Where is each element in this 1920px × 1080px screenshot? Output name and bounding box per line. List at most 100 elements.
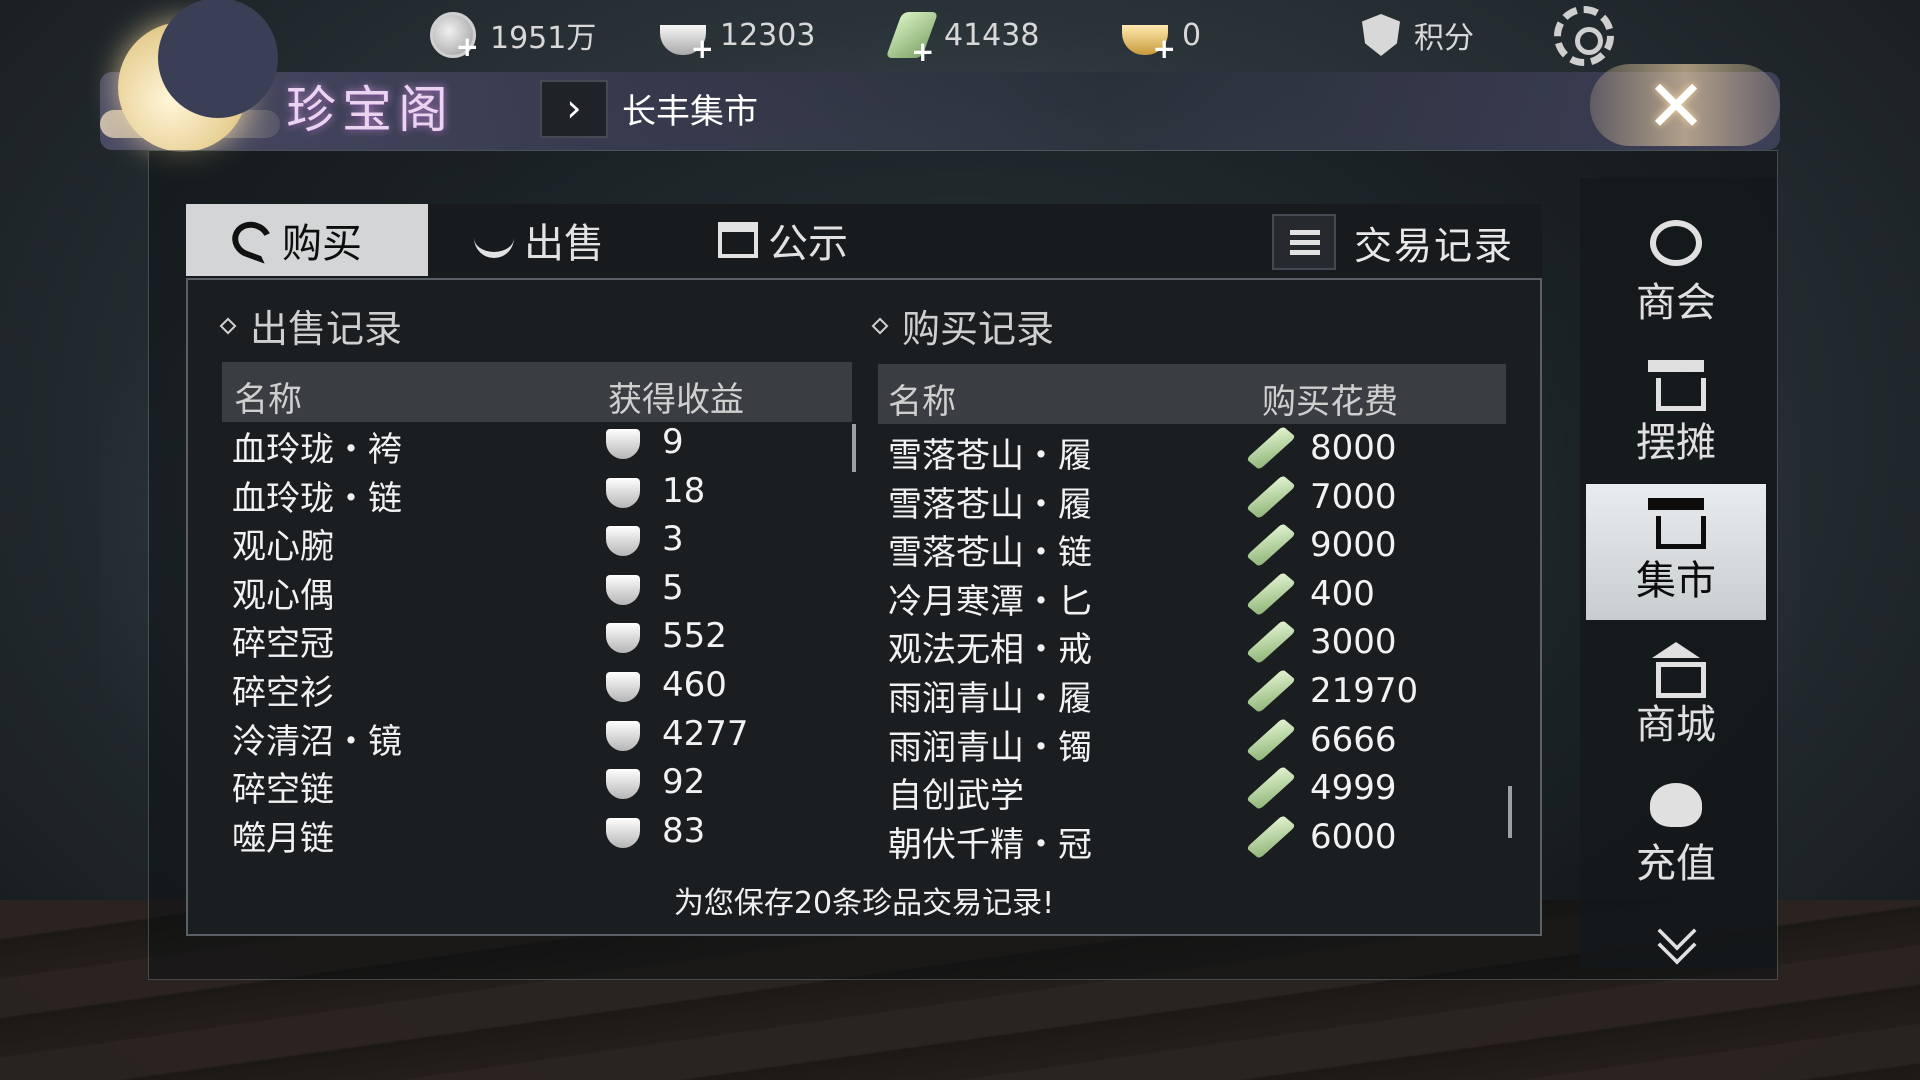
tab-label: 购买 bbox=[282, 221, 362, 267]
moon-icon bbox=[118, 0, 278, 152]
item-name: 观心偶 bbox=[232, 575, 334, 616]
amount-value: 9000 bbox=[1310, 525, 1397, 566]
silver-ingot-icon bbox=[606, 769, 640, 800]
breadcrumb-arrow-button[interactable]: › bbox=[540, 80, 608, 138]
jade-icon bbox=[1246, 474, 1296, 519]
side-nav-mall[interactable]: 商城 bbox=[1586, 628, 1766, 764]
silver-ingot-icon bbox=[606, 477, 640, 508]
jade-icon bbox=[1246, 766, 1296, 811]
jade-icon bbox=[1246, 669, 1296, 713]
item-amount: 5 bbox=[606, 568, 684, 608]
table-row[interactable]: 朝伏千精・冠 6000 bbox=[878, 813, 1506, 865]
guild-icon bbox=[1650, 220, 1702, 266]
table-row[interactable]: 碎空衫 460 bbox=[222, 661, 852, 713]
silver-ingot-icon bbox=[660, 25, 714, 65]
column-header-cost: 购买花费 bbox=[1262, 382, 1398, 422]
table-row[interactable]: 碎空冠 552 bbox=[222, 612, 852, 664]
resource-silver-ingot[interactable]: 12303 bbox=[660, 12, 816, 65]
side-nav-guild[interactable]: 商会 bbox=[1586, 206, 1766, 342]
buy-scrollbar[interactable] bbox=[1508, 786, 1512, 838]
table-row[interactable]: 冷月寒潭・匕 400 bbox=[878, 570, 1506, 622]
item-name: 观法无相・戒 bbox=[888, 630, 1092, 671]
amount-value: 7000 bbox=[1310, 476, 1397, 517]
item-amount: 460 bbox=[606, 665, 727, 705]
diamond-icon bbox=[871, 317, 889, 334]
table-row[interactable]: 雪落苍山・链 9000 bbox=[878, 521, 1506, 573]
trade-record-label: 交易记录 bbox=[1354, 223, 1515, 268]
sell-scrollbar[interactable] bbox=[852, 424, 856, 472]
resource-value: 41438 bbox=[944, 17, 1040, 53]
amount-value: 552 bbox=[662, 616, 727, 657]
table-row[interactable]: 噬月链 83 bbox=[222, 807, 852, 859]
side-nav-recharge[interactable]: 充值 bbox=[1586, 768, 1766, 904]
amount-value: 5 bbox=[662, 567, 684, 608]
trade-record-button[interactable]: 交易记录 bbox=[1272, 214, 1514, 270]
table-row[interactable]: 雨润青山・镯 6666 bbox=[878, 716, 1506, 768]
item-amount: 4277 bbox=[606, 714, 749, 754]
stall-icon bbox=[1648, 360, 1706, 411]
resource-gold-ingot[interactable]: 0 bbox=[1122, 12, 1202, 65]
resource-silver-coin[interactable]: 1951万 bbox=[430, 12, 596, 63]
mall-icon bbox=[1648, 642, 1706, 698]
side-nav-stall[interactable]: 摆摊 bbox=[1586, 346, 1766, 482]
recharge-icon bbox=[1650, 783, 1702, 827]
tab-notice[interactable]: 公示 bbox=[672, 204, 952, 276]
silver-ingot-icon bbox=[606, 429, 640, 459]
resource-jade[interactable]: 41438 bbox=[885, 12, 1040, 58]
side-nav-label: 集市 bbox=[1636, 558, 1716, 604]
chevron-down-icon[interactable] bbox=[1648, 920, 1704, 960]
item-name: 雪落苍山・履 bbox=[888, 436, 1092, 476]
side-nav-label: 充值 bbox=[1636, 841, 1716, 887]
sell-records-title: 出售记录 bbox=[219, 298, 402, 353]
item-amount: 6666 bbox=[1246, 717, 1397, 762]
sell-icon bbox=[474, 222, 514, 258]
item-name: 噬月链 bbox=[232, 818, 334, 859]
table-row[interactable]: 碎空链 92 bbox=[222, 758, 852, 810]
table-row[interactable]: 自创武学 4999 bbox=[878, 764, 1506, 816]
resource-value: 12303 bbox=[720, 17, 816, 53]
item-amount: 552 bbox=[606, 616, 727, 656]
table-row[interactable]: 雪落苍山・履 7000 bbox=[878, 473, 1506, 525]
resource-value: 0 bbox=[1182, 17, 1202, 53]
table-row[interactable]: 观心腕 3 bbox=[222, 515, 852, 567]
amount-value: 4999 bbox=[1310, 768, 1397, 809]
market-icon bbox=[1648, 498, 1706, 549]
buy-icon bbox=[227, 216, 277, 264]
close-icon[interactable]: ✕ bbox=[1636, 66, 1716, 146]
side-nav-label: 摆摊 bbox=[1636, 420, 1716, 466]
table-row[interactable]: 泠清沼・镜 4277 bbox=[222, 710, 852, 762]
item-name: 泠清沼・镜 bbox=[232, 721, 402, 762]
amount-value: 3000 bbox=[1310, 622, 1397, 663]
column-header-name: 名称 bbox=[234, 380, 302, 420]
diamond-icon bbox=[219, 317, 237, 334]
item-amount: 9000 bbox=[1246, 523, 1397, 568]
points-button[interactable]: 积分 bbox=[1362, 12, 1474, 58]
shield-icon bbox=[1362, 14, 1400, 56]
amount-value: 6666 bbox=[1310, 719, 1397, 760]
item-amount: 92 bbox=[606, 762, 705, 802]
jade-icon bbox=[1246, 426, 1296, 470]
table-row[interactable]: 血玲珑・链 18 bbox=[222, 467, 852, 519]
item-name: 雨润青山・履 bbox=[888, 678, 1092, 719]
item-amount: 83 bbox=[606, 811, 705, 851]
table-row[interactable]: 雨润青山・履 21970 bbox=[878, 667, 1506, 719]
table-row[interactable]: 观法无相・戒 3000 bbox=[878, 618, 1506, 670]
amount-value: 92 bbox=[662, 762, 706, 803]
jade-icon bbox=[1246, 814, 1296, 859]
breadcrumb: 长丰集市 bbox=[622, 92, 758, 132]
tab-sell[interactable]: 出售 bbox=[428, 204, 672, 276]
table-row[interactable]: 血玲珑・袴 9 bbox=[222, 418, 852, 470]
side-nav-market[interactable]: 集市 bbox=[1586, 484, 1766, 620]
item-amount: 7000 bbox=[1246, 474, 1397, 519]
tab-buy[interactable]: 购买 bbox=[186, 204, 428, 276]
table-row[interactable]: 雪落苍山・履 8000 bbox=[878, 424, 1506, 476]
item-amount: 9 bbox=[606, 422, 684, 462]
settings-gear-icon[interactable] bbox=[1554, 6, 1614, 66]
tab-label: 出售 bbox=[524, 221, 604, 267]
item-name: 碎空链 bbox=[232, 770, 334, 811]
item-amount: 3 bbox=[606, 519, 684, 559]
gold-ingot-icon bbox=[1122, 25, 1176, 65]
item-name: 冷月寒潭・匕 bbox=[888, 581, 1092, 622]
side-nav-label: 商城 bbox=[1636, 702, 1716, 748]
table-row[interactable]: 观心偶 5 bbox=[222, 564, 852, 616]
